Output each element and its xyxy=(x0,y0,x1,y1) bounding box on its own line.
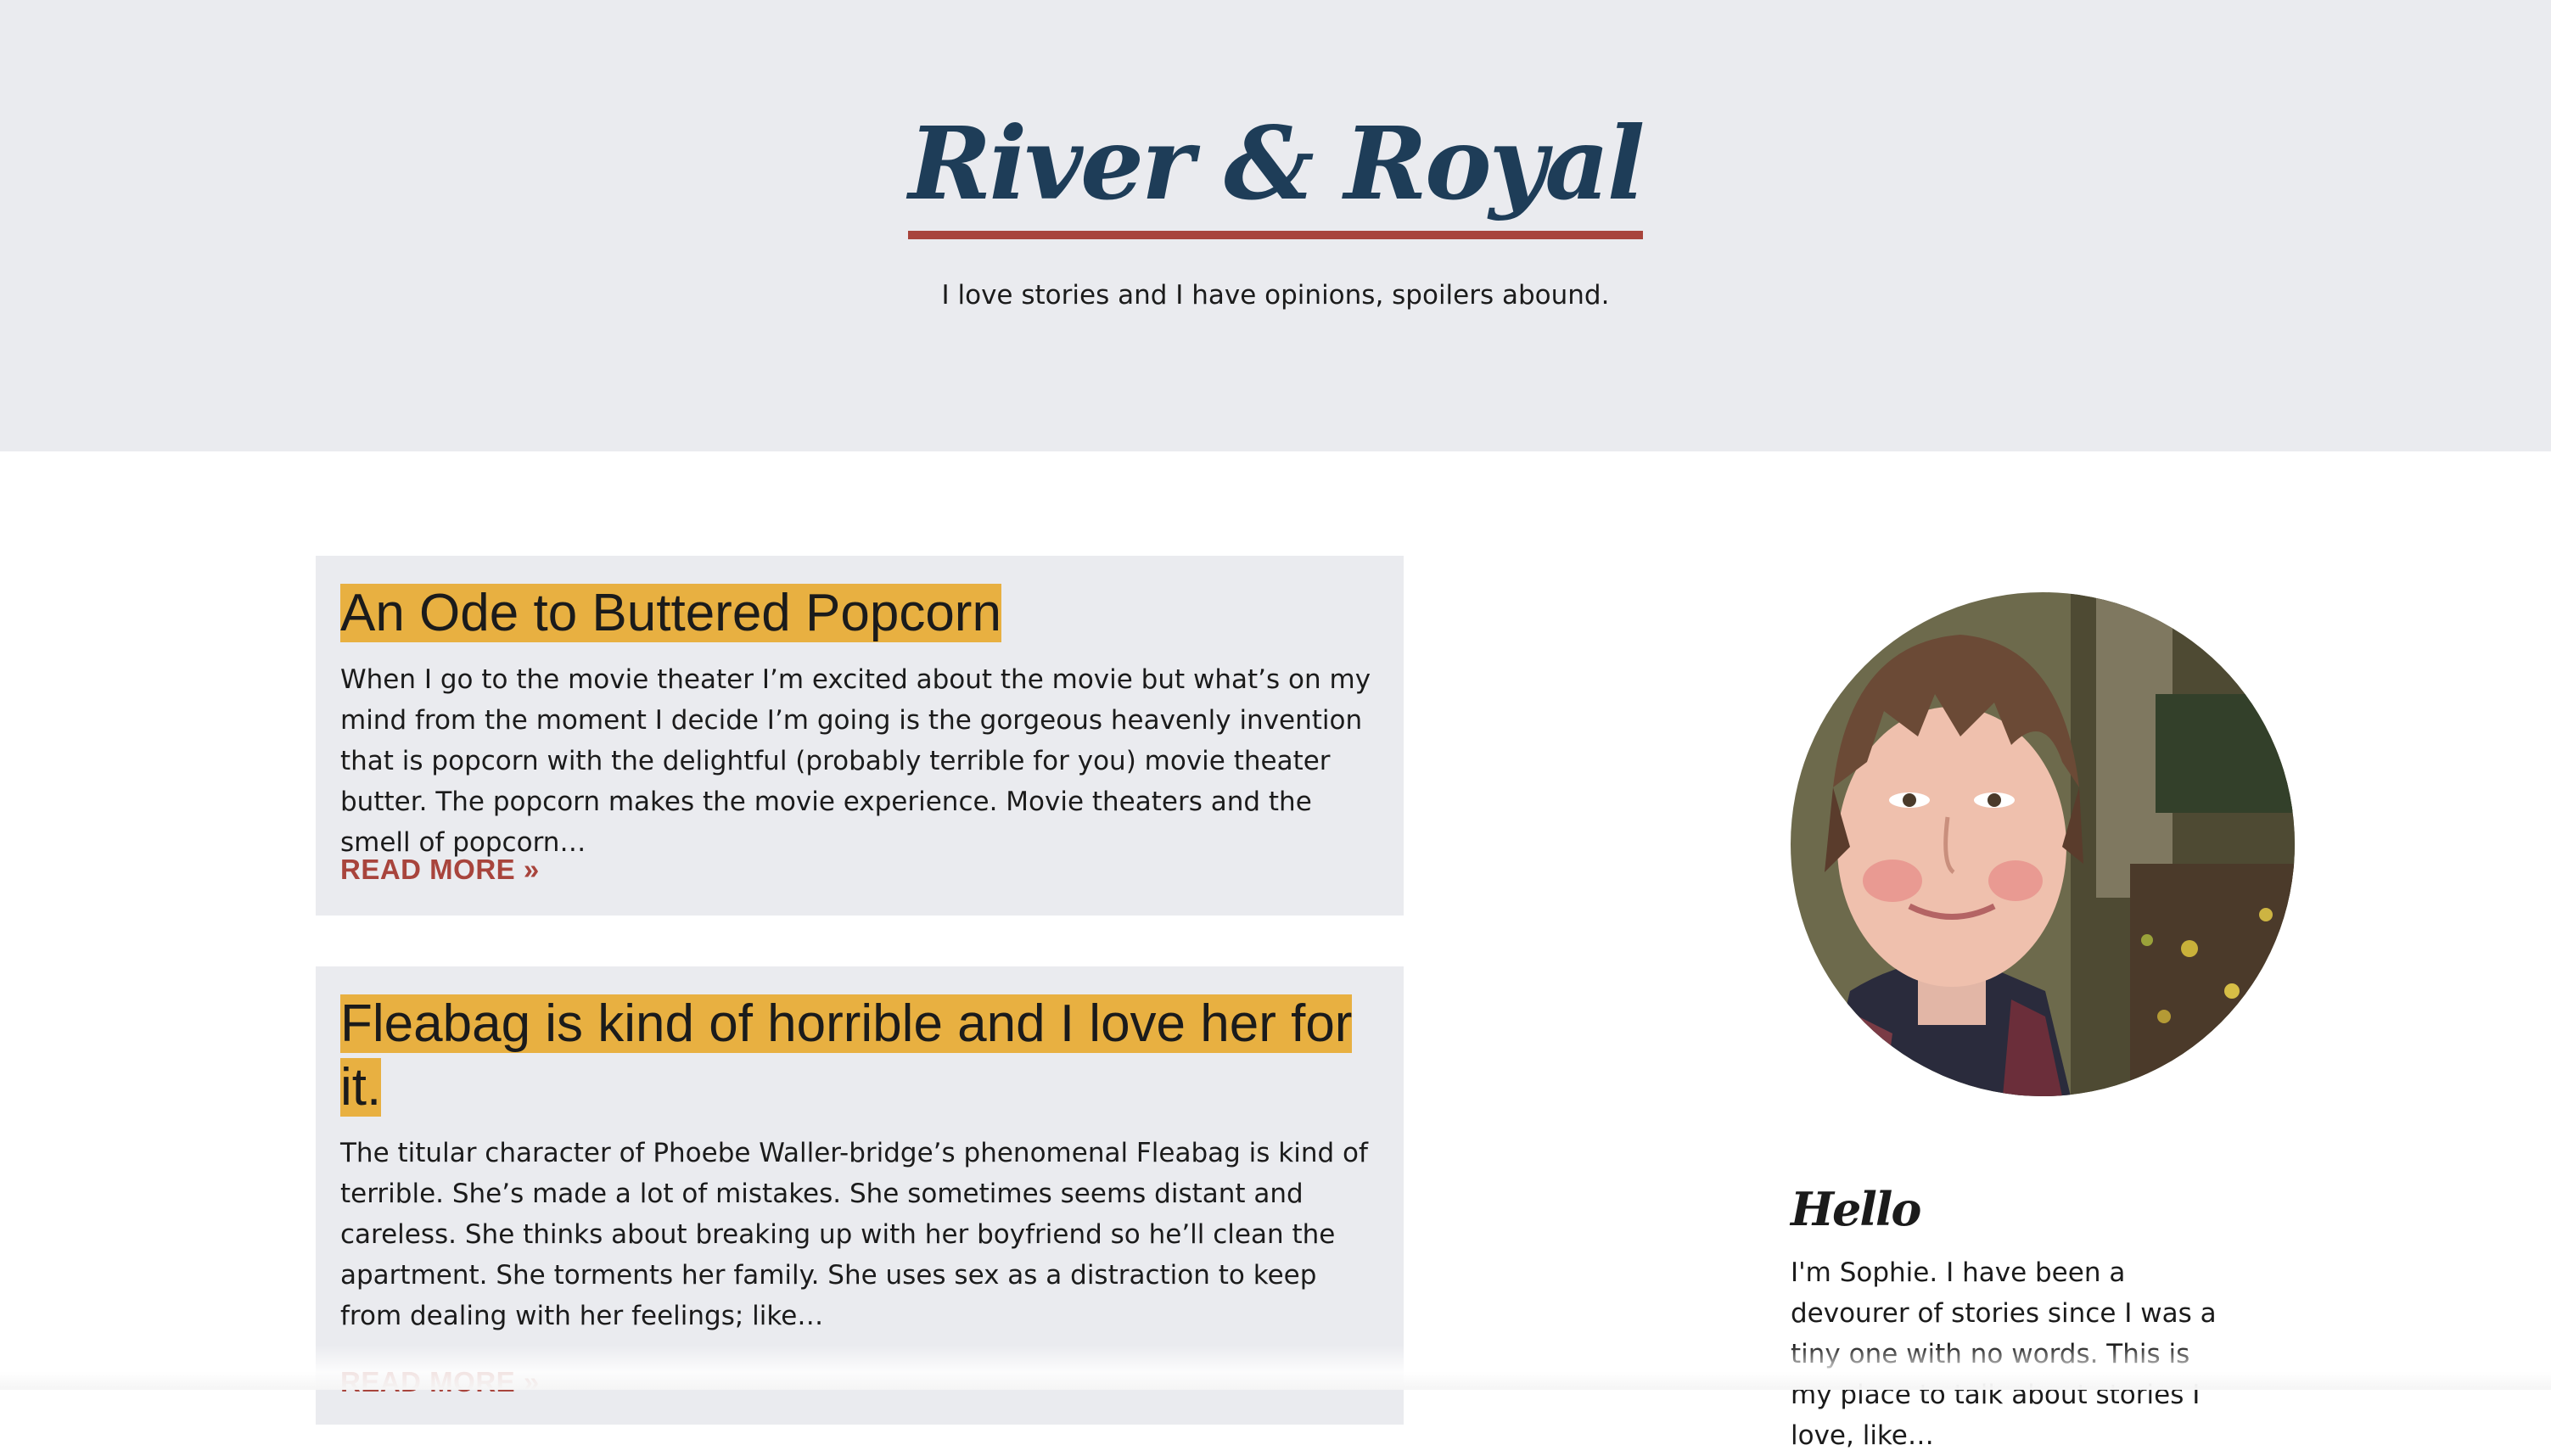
sidebar-heading: Hello xyxy=(1791,1182,1921,1236)
author-avatar xyxy=(1791,592,2295,1096)
post-title-text[interactable]: An Ode to Buttered Popcorn xyxy=(340,584,1001,642)
site-title: River & Royal xyxy=(0,100,2551,239)
post-excerpt: The titular character of Phoebe Waller-b… xyxy=(340,1138,1368,1331)
site-tagline: I love stories and I have opinions, spoi… xyxy=(941,280,1610,311)
author-photo xyxy=(1791,592,2295,1096)
site-header: River & Royal I love stories and I have … xyxy=(0,0,2551,451)
sidebar-bio: I'm Sophie. I have been a devourer of st… xyxy=(1791,1257,2217,1451)
read-more-link[interactable]: READ MORE » xyxy=(340,853,540,887)
post-card: An Ode to Buttered Popcorn When I go to … xyxy=(316,556,1404,916)
site-title-link[interactable]: River & Royal xyxy=(908,100,1646,239)
post-title-text[interactable]: Fleabag is kind of horrible and I love h… xyxy=(340,994,1353,1117)
post-card: Fleabag is kind of horrible and I love h… xyxy=(316,966,1404,1425)
read-more-link[interactable]: READ MORE » xyxy=(340,1365,540,1399)
post-title[interactable]: Fleabag is kind of horrible and I love h… xyxy=(340,992,1393,1119)
post-excerpt: When I go to the movie theater I’m excit… xyxy=(340,664,1371,858)
post-title[interactable]: An Ode to Buttered Popcorn xyxy=(340,581,1001,645)
